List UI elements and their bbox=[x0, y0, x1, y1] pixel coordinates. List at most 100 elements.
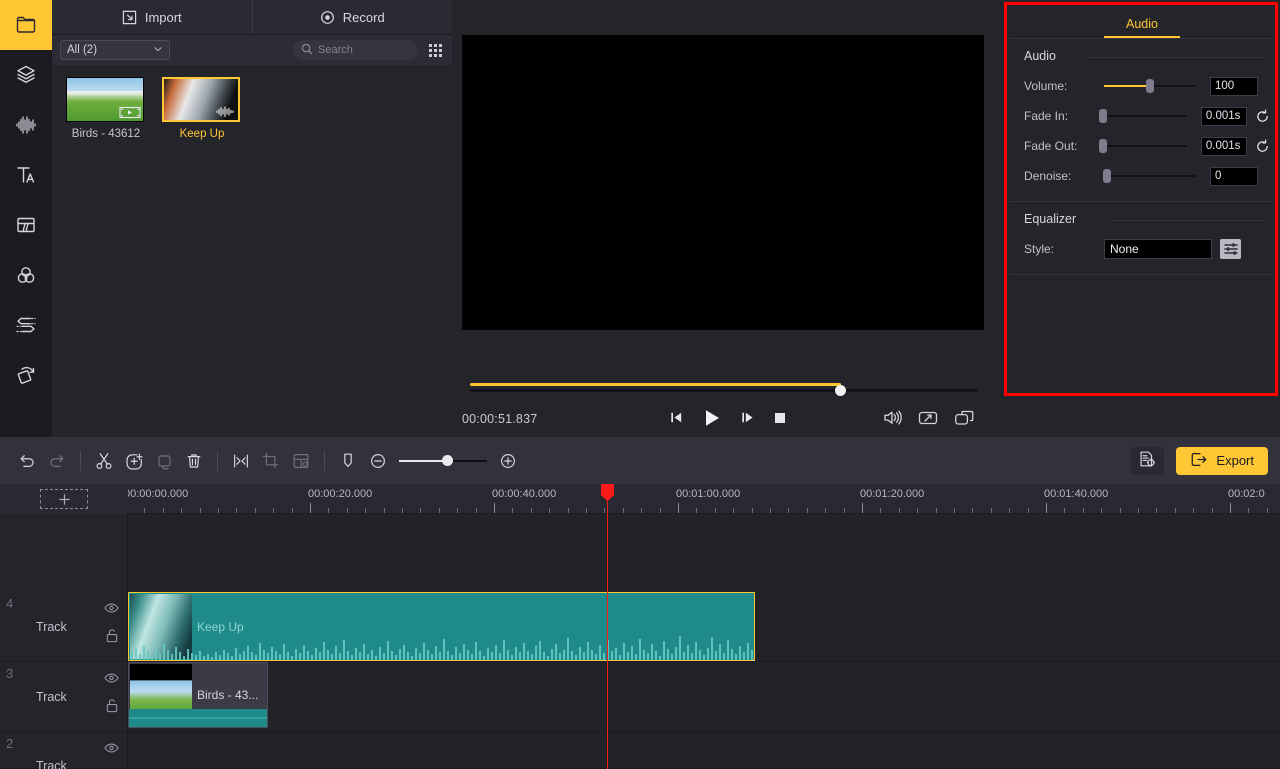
volume-input[interactable]: 100 bbox=[1210, 76, 1258, 96]
tab-audio[interactable]: Audio bbox=[1104, 17, 1180, 38]
track-header-3[interactable]: 3 Track bbox=[0, 662, 128, 732]
timeline-clip-birds[interactable]: Birds - 43... bbox=[128, 662, 268, 728]
stop-button[interactable] bbox=[772, 410, 788, 429]
sidebar-item-split-screen[interactable] bbox=[0, 200, 52, 250]
next-frame-button[interactable] bbox=[739, 409, 756, 429]
tab-record-label: Record bbox=[342, 9, 385, 25]
equalizer-style-select[interactable]: None bbox=[1104, 239, 1212, 259]
track-number: 2 bbox=[6, 736, 14, 751]
fade-out-reset-icon[interactable] bbox=[1255, 138, 1270, 154]
timeline-ruler[interactable]: 00:00:00.000 00:00:20.000 00:00:40.000 00:0… bbox=[128, 484, 1280, 514]
empty-track-body[interactable] bbox=[128, 514, 1280, 592]
volume-slider[interactable] bbox=[1104, 78, 1196, 94]
slider-handle[interactable] bbox=[1098, 109, 1107, 123]
track-body-4[interactable]: Keep Up bbox=[128, 592, 1280, 662]
search-icon bbox=[301, 43, 313, 58]
sidebar-item-media-library[interactable] bbox=[0, 0, 52, 50]
sidebar-item-transitions[interactable] bbox=[0, 300, 52, 350]
fade-out-input[interactable]: 0.001s bbox=[1200, 136, 1247, 156]
prev-frame-button[interactable] bbox=[668, 409, 685, 429]
sidebar-item-audio[interactable] bbox=[0, 100, 52, 150]
fade-in-input[interactable]: 0.001s bbox=[1200, 106, 1247, 126]
volume-button[interactable] bbox=[882, 409, 902, 429]
video-canvas[interactable] bbox=[462, 35, 984, 330]
export-icon bbox=[1190, 451, 1208, 471]
timeline-zoom-slider[interactable] bbox=[399, 454, 487, 468]
cut-button[interactable] bbox=[89, 446, 119, 476]
clip-audio-strip bbox=[129, 709, 267, 727]
add-track-button[interactable] bbox=[40, 489, 88, 509]
search-input[interactable] bbox=[318, 44, 413, 56]
eye-icon[interactable] bbox=[104, 672, 119, 687]
track-body-2[interactable] bbox=[128, 732, 1280, 769]
fade-in-reset-icon[interactable] bbox=[1255, 108, 1270, 124]
denoise-input[interactable]: 0 bbox=[1210, 166, 1258, 186]
marker-button[interactable] bbox=[333, 446, 363, 476]
media-search-box[interactable] bbox=[293, 40, 418, 60]
eye-icon[interactable] bbox=[104, 602, 119, 617]
play-button[interactable] bbox=[701, 407, 723, 432]
chevron-down-icon bbox=[153, 44, 163, 57]
add-to-timeline-button[interactable] bbox=[119, 446, 149, 476]
eye-icon[interactable] bbox=[104, 742, 119, 757]
denoise-slider[interactable] bbox=[1103, 168, 1196, 184]
media-item-keep-up[interactable]: Keep Up bbox=[162, 77, 242, 140]
motion-icon bbox=[14, 363, 38, 387]
pip-button[interactable] bbox=[286, 446, 316, 476]
split-screen-icon bbox=[14, 213, 38, 237]
ruler-tick bbox=[346, 508, 348, 513]
preview-seekbar[interactable] bbox=[470, 383, 978, 397]
properties-tabs: Audio bbox=[1004, 0, 1280, 38]
sidebar-item-titles[interactable] bbox=[0, 150, 52, 200]
ruler-label: 00:01:20.000 bbox=[860, 488, 925, 500]
ruler-tick bbox=[291, 508, 293, 513]
media-item-birds[interactable]: Birds - 43612 bbox=[66, 77, 146, 140]
unlock-icon[interactable] bbox=[105, 628, 119, 646]
ruler-tick bbox=[1064, 508, 1066, 513]
sidebar-item-effects[interactable] bbox=[0, 50, 52, 100]
import-icon bbox=[122, 10, 137, 25]
timeline-clip-keep-up[interactable]: Keep Up bbox=[128, 592, 755, 661]
slider-handle[interactable] bbox=[1103, 169, 1111, 183]
seekbar-handle[interactable] bbox=[835, 384, 847, 396]
export-button[interactable]: Export bbox=[1176, 446, 1268, 475]
ruler-tick bbox=[917, 508, 919, 513]
fade-out-slider[interactable] bbox=[1098, 138, 1187, 154]
fade-in-slider[interactable] bbox=[1098, 108, 1187, 124]
track-header-2[interactable]: 2 Track bbox=[0, 732, 128, 769]
undo-button[interactable] bbox=[12, 446, 42, 476]
media-filter-select[interactable]: All (2) bbox=[60, 40, 170, 60]
ruler-tick bbox=[144, 508, 146, 513]
snapshot-button[interactable] bbox=[954, 410, 974, 429]
duplicate-button[interactable] bbox=[149, 446, 179, 476]
crop-button[interactable] bbox=[256, 446, 286, 476]
sidebar-item-color[interactable] bbox=[0, 250, 52, 300]
track-header-4[interactable]: 4 Track bbox=[0, 592, 128, 662]
equalizer-settings-icon[interactable] bbox=[1220, 239, 1241, 259]
project-settings-button[interactable] bbox=[1130, 446, 1165, 475]
split-button[interactable] bbox=[226, 446, 256, 476]
media-tabs: Import Record bbox=[52, 0, 452, 35]
media-item-label: Birds - 43612 bbox=[71, 128, 141, 140]
slider-handle[interactable] bbox=[1098, 139, 1107, 153]
ruler-tick bbox=[328, 508, 330, 513]
track-number: 4 bbox=[6, 596, 14, 611]
slider-handle[interactable] bbox=[1146, 79, 1154, 93]
delete-button[interactable] bbox=[179, 446, 209, 476]
sidebar-item-motion[interactable] bbox=[0, 350, 52, 400]
fullscreen-button[interactable] bbox=[918, 410, 938, 429]
ruler-tick bbox=[1101, 508, 1103, 513]
ruler-tick bbox=[218, 508, 219, 513]
playhead[interactable] bbox=[601, 484, 614, 769]
redo-button[interactable] bbox=[42, 446, 72, 476]
grid-view-icon[interactable] bbox=[426, 41, 444, 59]
zoom-in-button[interactable] bbox=[493, 446, 523, 476]
tab-import[interactable]: Import bbox=[52, 0, 252, 34]
tab-import-label: Import bbox=[144, 9, 182, 25]
tab-record[interactable]: Record bbox=[251, 0, 453, 34]
zoom-out-button[interactable] bbox=[363, 446, 393, 476]
clip-waveform bbox=[131, 636, 753, 660]
track-body-3[interactable]: Birds - 43... bbox=[128, 662, 1280, 732]
slider-handle[interactable] bbox=[441, 454, 453, 466]
unlock-icon[interactable] bbox=[105, 698, 119, 716]
